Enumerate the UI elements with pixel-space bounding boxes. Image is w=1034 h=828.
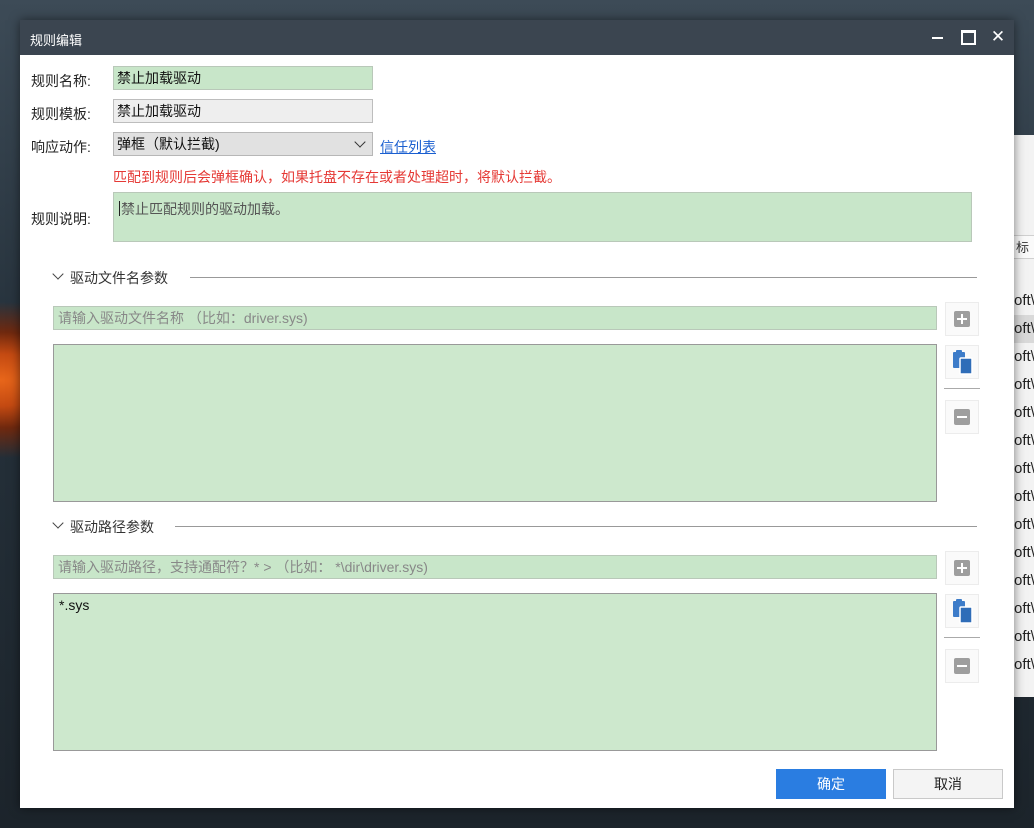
response-action-label: 响应动作: (31, 139, 91, 155)
paste-path-button[interactable] (945, 594, 979, 628)
background-row: oft\ (1014, 292, 1034, 309)
driver-path-list[interactable]: *.sys (53, 593, 937, 751)
response-action-value: 弹框（默认拦截) (117, 136, 220, 152)
background-row: oft\ (1014, 348, 1034, 365)
background-row: oft\ (1014, 488, 1034, 505)
plus-icon (954, 311, 970, 327)
rule-name-input[interactable]: 禁止加载驱动 (113, 66, 373, 90)
background-row: oft\ (1014, 600, 1034, 617)
file-name-list[interactable] (53, 344, 937, 502)
paste-icon (953, 350, 973, 375)
path-section-title[interactable]: 驱动路径参数 (70, 517, 154, 537)
background-row: oft\ (1014, 572, 1034, 589)
driver-path-input[interactable]: 请输入驱动路径，支持通配符？* > （比如： *\dir\driver.sys) (53, 555, 937, 579)
file-section-title[interactable]: 驱动文件名参数 (70, 268, 168, 288)
background-row: oft\ (1014, 404, 1034, 421)
plus-icon (954, 560, 970, 576)
add-file-button[interactable] (945, 302, 979, 336)
add-path-button[interactable] (945, 551, 979, 585)
background-window: 标 oft\ oft\ oft\ oft\ oft\ oft\ oft\ oft… (1013, 135, 1034, 697)
titlebar: 规则编辑 ✕ (20, 20, 1014, 55)
chevron-down-icon[interactable] (52, 517, 64, 529)
rule-name-label: 规则名称: (31, 73, 91, 89)
background-row: oft\ (1014, 656, 1034, 673)
rule-desc-textarea[interactable]: 禁止匹配规则的驱动加载。 (113, 192, 972, 242)
background-window-header: 标 (1014, 235, 1034, 259)
paste-icon (953, 599, 973, 624)
minimize-icon[interactable] (926, 26, 950, 48)
background-row: oft\ (1014, 376, 1034, 393)
rule-desc-label: 规则说明: (31, 211, 91, 227)
maximize-icon[interactable] (956, 26, 980, 48)
cancel-button[interactable]: 取消 (893, 769, 1003, 799)
background-row: oft\ (1014, 432, 1034, 449)
button-separator (944, 388, 980, 389)
minus-icon (954, 658, 970, 674)
background-row: oft\ (1014, 516, 1034, 533)
dialog-title: 规则编辑 (30, 33, 83, 48)
section-divider (175, 526, 977, 527)
file-name-input[interactable]: 请输入驱动文件名称 （比如：driver.sys) (53, 306, 937, 330)
minus-icon (954, 409, 970, 425)
trust-list-link[interactable]: 信任列表 (380, 137, 436, 157)
warning-text: 匹配到规则后会弹框确认，如果托盘不存在或者处理超时，将默认拦截。 (113, 169, 561, 185)
chevron-down-icon (354, 136, 366, 148)
list-item[interactable]: *.sys (59, 597, 931, 613)
background-row: oft\ (1014, 628, 1034, 645)
remove-file-button[interactable] (945, 400, 979, 434)
rule-desc-text: 禁止匹配规则的驱动加载。 (121, 201, 289, 217)
background-row: oft\ (1014, 315, 1034, 343)
rule-edit-dialog: 规则编辑 ✕ 规则名称: 禁止加载驱动 规则模板: 禁止加载驱动 响应动作: 弹… (20, 20, 1014, 808)
background-row: oft\ (1014, 460, 1034, 477)
remove-path-button[interactable] (945, 649, 979, 683)
ok-button[interactable]: 确定 (776, 769, 886, 799)
chevron-down-icon[interactable] (52, 268, 64, 280)
response-action-select[interactable]: 弹框（默认拦截) (113, 132, 373, 156)
text-caret (119, 201, 120, 216)
background-row: oft\ (1014, 544, 1034, 561)
rule-template-field: 禁止加载驱动 (113, 99, 373, 123)
paste-file-button[interactable] (945, 345, 979, 379)
button-separator (944, 637, 980, 638)
close-icon[interactable]: ✕ (986, 26, 1010, 48)
section-divider (190, 277, 977, 278)
rule-template-label: 规则模板: (31, 106, 91, 122)
